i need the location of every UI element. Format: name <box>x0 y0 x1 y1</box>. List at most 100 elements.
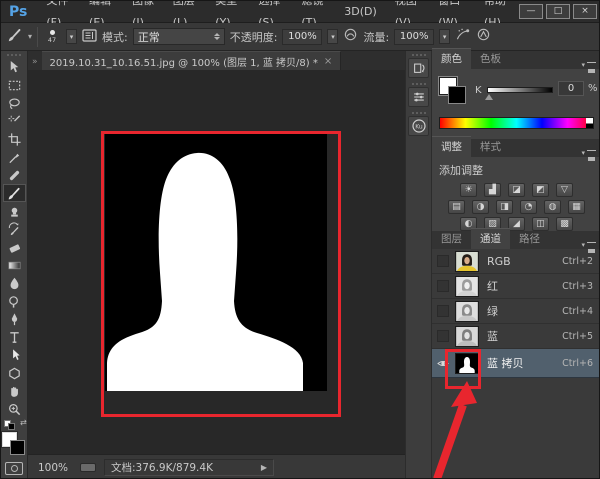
k-slider-track[interactable] <box>487 87 553 93</box>
spot-healing-brush-tool[interactable] <box>3 166 26 184</box>
toolbar-grip[interactable] <box>7 54 21 56</box>
channel-thumbnail-red[interactable] <box>455 276 479 297</box>
magic-wand-tool[interactable] <box>3 112 26 130</box>
brush-tool-icon[interactable] <box>7 27 23 47</box>
properties-panel-icon[interactable] <box>408 87 429 107</box>
crop-tool[interactable] <box>3 130 26 148</box>
levels-icon[interactable]: ▟ <box>484 183 501 197</box>
opacity-caret-icon[interactable]: ▾ <box>327 29 338 44</box>
visibility-toggle[interactable] <box>437 280 449 292</box>
background-color-swatch[interactable] <box>10 440 25 455</box>
opacity-pressure-icon[interactable] <box>343 27 358 46</box>
dock-grip[interactable] <box>412 54 426 56</box>
k-value-field[interactable]: 0 <box>558 81 584 96</box>
exposure-icon[interactable]: ◩ <box>532 183 549 197</box>
swap-colors-icon[interactable]: ⇄ <box>20 418 27 427</box>
toggle-brush-panel-icon[interactable] <box>82 27 97 46</box>
channel-row-blue[interactable]: 蓝 Ctrl+5 <box>432 324 600 349</box>
marquee-tool[interactable] <box>3 76 26 94</box>
smoothing-pressure-icon[interactable] <box>476 27 491 46</box>
vibrance-icon[interactable]: ▽ <box>556 183 573 197</box>
tab-color[interactable]: 颜色 <box>432 48 471 69</box>
dock-grip[interactable] <box>412 112 426 114</box>
visibility-toggle[interactable] <box>437 357 449 369</box>
color-spectrum-ramp[interactable] <box>439 117 594 129</box>
blend-mode-select[interactable]: 正常 <box>133 28 225 45</box>
foreground-background-swatches[interactable] <box>2 432 26 456</box>
adjustment-icons-row-2: ▤ ◑ ◨ ◔ ◍ ▦ <box>432 200 600 214</box>
zoom-tool[interactable] <box>3 400 26 418</box>
selective-color-icon[interactable]: ▩ <box>556 217 573 231</box>
channel-row-red[interactable]: 红 Ctrl+3 <box>432 274 600 299</box>
photo-filter-icon[interactable]: ◔ <box>520 200 537 214</box>
channel-thumbnail-green[interactable] <box>455 301 479 322</box>
zoom-level-field[interactable]: 100% <box>38 462 72 474</box>
brush-picker-caret-icon[interactable]: ▾ <box>66 29 77 44</box>
channel-row-rgb[interactable]: RGB Ctrl+2 <box>432 249 600 274</box>
lasso-tool[interactable] <box>3 94 26 112</box>
color-lookup-icon[interactable]: ▦ <box>568 200 585 214</box>
brush-preset-picker[interactable]: 47 <box>43 27 61 47</box>
brightness-contrast-icon[interactable]: ☀ <box>460 183 477 197</box>
tab-paths[interactable]: 路径 <box>510 229 549 249</box>
blur-tool[interactable] <box>3 274 26 292</box>
menu-3d[interactable]: 3D(D) <box>335 1 386 23</box>
hand-tool[interactable] <box>3 382 26 400</box>
opacity-field[interactable]: 100% <box>282 29 322 45</box>
document-info-field[interactable]: 文档:376.9K/879.4K ▶ <box>104 459 274 476</box>
dock-grip[interactable] <box>412 83 426 85</box>
clone-stamp-tool[interactable] <box>3 202 26 220</box>
flow-caret-icon[interactable]: ▾ <box>439 29 450 44</box>
k-slider-thumb[interactable] <box>485 94 493 100</box>
tab-layers[interactable]: 图层 <box>432 229 471 249</box>
kuler-panel-icon[interactable]: Ku <box>408 116 429 136</box>
document-image[interactable] <box>105 133 327 391</box>
visibility-toggle[interactable] <box>437 255 449 267</box>
channel-thumbnail-blue[interactable] <box>455 326 479 347</box>
channel-thumbnail-blue-copy[interactable] <box>455 353 479 374</box>
tab-adjustments[interactable]: 调整 <box>432 136 471 157</box>
channel-row-green[interactable]: 绿 Ctrl+4 <box>432 299 600 324</box>
pen-tool[interactable] <box>3 310 26 328</box>
visibility-toggle[interactable] <box>437 305 449 317</box>
channel-list-empty-area <box>432 378 600 479</box>
history-panel-icon[interactable] <box>408 58 429 78</box>
tool-preset-caret-icon[interactable]: ▾ <box>28 32 32 41</box>
eyedropper-tool[interactable] <box>3 148 26 166</box>
shape-tool[interactable] <box>3 364 26 382</box>
airbrush-icon[interactable] <box>455 27 471 46</box>
maximize-button[interactable]: □ <box>546 4 570 19</box>
channel-row-blue-copy[interactable]: 蓝 拷贝 Ctrl+6 <box>432 349 600 378</box>
brush-tool[interactable] <box>3 184 26 202</box>
curves-icon[interactable]: ◪ <box>508 183 525 197</box>
adjustments-panel-menu-icon[interactable]: ▾ <box>581 149 600 157</box>
tab-close-icon[interactable]: × <box>324 56 332 67</box>
eraser-tool[interactable] <box>3 238 26 256</box>
dodge-tool[interactable] <box>3 292 26 310</box>
history-brush-tool[interactable] <box>3 220 26 238</box>
black-white-icon[interactable]: ◨ <box>496 200 513 214</box>
flow-field[interactable]: 100% <box>394 29 434 45</box>
color-panel-swatches[interactable] <box>439 77 469 107</box>
quick-mask-button[interactable] <box>5 462 23 475</box>
channels-panel-menu-icon[interactable]: ▾ <box>581 241 600 249</box>
color-balance-icon[interactable]: ◑ <box>472 200 489 214</box>
visibility-toggle[interactable] <box>437 330 449 342</box>
type-tool[interactable] <box>3 328 26 346</box>
document-tab[interactable]: 2019.10.31_10.16.51.jpg @ 100% (图层 1, 蓝 … <box>42 51 342 70</box>
tab-styles[interactable]: 样式 <box>471 137 510 157</box>
status-expand-icon[interactable]: ▶ <box>261 463 267 472</box>
channel-thumbnail-rgb[interactable] <box>455 251 479 272</box>
tab-overflow-left-icon[interactable]: » <box>28 57 42 70</box>
channel-mixer-icon[interactable]: ◍ <box>544 200 561 214</box>
color-panel-menu-icon[interactable]: ▾ <box>581 61 600 69</box>
move-tool[interactable] <box>3 58 26 76</box>
tab-channels[interactable]: 通道 <box>471 228 510 249</box>
close-button[interactable]: × <box>573 4 597 19</box>
path-selection-tool[interactable] <box>3 346 26 364</box>
default-colors-icon[interactable]: ⇄ <box>4 420 18 431</box>
hue-saturation-icon[interactable]: ▤ <box>448 200 465 214</box>
gradient-tool[interactable] <box>3 256 26 274</box>
minimize-button[interactable]: — <box>519 4 543 19</box>
tab-swatches[interactable]: 色板 <box>471 49 510 69</box>
